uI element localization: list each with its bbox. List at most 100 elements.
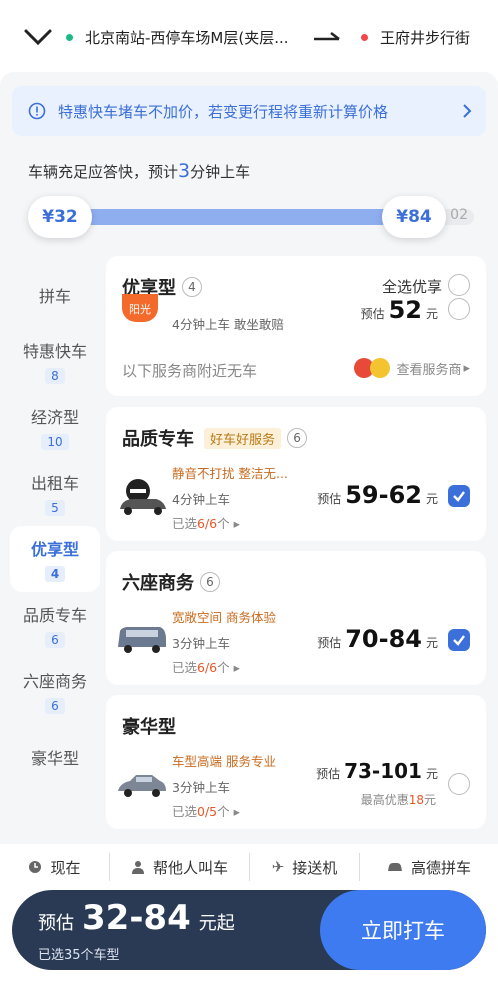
- provider-checkbox[interactable]: [448, 298, 470, 320]
- option-label: 高德拼车: [410, 858, 471, 877]
- count-circle: 6: [200, 572, 220, 592]
- price-value: 59-62: [345, 481, 422, 509]
- eta-minutes: 3: [178, 160, 191, 182]
- price-estimate: 预估 59-62 元: [317, 481, 438, 509]
- sidebar-item-taxi[interactable]: 出租车 5: [10, 460, 100, 526]
- price-prefix: 预估: [317, 492, 342, 506]
- slider-fill: [58, 209, 428, 225]
- price-estimate: 预估 73-101 元: [316, 759, 438, 783]
- option-now[interactable]: 现在: [0, 853, 110, 881]
- order-bar: 预估 32-84 元起 已选35个车型 立即打车: [12, 890, 486, 970]
- sidebar-item-label: 出租车: [30, 474, 79, 493]
- option-label: 现在: [50, 858, 81, 877]
- haohua-checkbox[interactable]: [448, 773, 470, 795]
- card-title-text: 品质专车: [122, 429, 194, 450]
- count-circle: 6: [287, 428, 308, 448]
- origin-text[interactable]: 北京南站-西停车场M层(夹层...: [85, 27, 307, 48]
- pickup-time: 3分钟上车: [172, 636, 230, 651]
- view-providers-link[interactable]: 查看服务商 ▸: [354, 358, 470, 378]
- info-icon: [28, 102, 46, 120]
- price-value: 70-84: [345, 625, 422, 653]
- sidebar-item-haohua[interactable]: 豪华型: [10, 724, 100, 790]
- sunshine-logo: 阳光: [122, 294, 158, 322]
- clock-icon: [29, 861, 42, 873]
- sidebar-item-label: 经济型: [30, 408, 79, 427]
- option-label: 帮他人叫车: [152, 858, 228, 877]
- selected-prefix: 已选: [172, 516, 198, 531]
- sidebar-item-youxiang[interactable]: 优享型 4: [10, 526, 100, 592]
- select-all-checkbox[interactable]: [448, 274, 470, 296]
- card-pinzhi[interactable]: 品质专车 好车好服务 6 静音不打扰 整洁无... 4分钟上车 已选6/6个 ▸ 预…: [106, 407, 486, 541]
- total-estimate: 预估 32-84 元起: [38, 898, 235, 938]
- select-all-label: 全选优享: [381, 278, 442, 296]
- selected-models-count: 已选35个车型: [38, 948, 120, 963]
- sidebar-item-pinche[interactable]: 拼车: [10, 262, 100, 328]
- card-haohua[interactable]: 豪华型 车型高端 服务专业 3分钟上车 已选0/5个 ▸ 预估 73-101 元 最…: [106, 695, 486, 829]
- luxury-car-icon: [118, 775, 166, 797]
- check-icon: [453, 491, 465, 502]
- sidebar-item-label: 品质专车: [22, 606, 87, 625]
- bottom-options-bar: 现在 帮他人叫车 ✈ 接送机 高德拼车: [0, 844, 498, 890]
- sidebar-item-label: 特惠快车: [22, 342, 87, 361]
- arrow-right-icon: [314, 32, 340, 41]
- sidebar-item-label: 优享型: [30, 540, 79, 559]
- discount-unit: 元: [423, 793, 436, 807]
- option-call-for-others[interactable]: 帮他人叫车: [110, 853, 250, 881]
- chevron-down-icon[interactable]: [22, 25, 54, 49]
- pinzhi-checkbox[interactable]: [448, 485, 470, 507]
- price-prefix: 预估: [316, 767, 341, 781]
- sidebar-item-pinzhi[interactable]: 品质专车 6: [10, 592, 100, 658]
- price-notice-banner[interactable]: 特惠快车堵车不加价，若变更行程将重新计算价格: [12, 86, 486, 136]
- price-estimate: 预估 70-84 元: [317, 625, 438, 653]
- estimate-price: 32-84: [82, 898, 191, 938]
- count-badge: 6: [45, 632, 65, 648]
- pickup-time: 3分钟上车: [172, 780, 230, 795]
- selected-count[interactable]: 已选6/6个 ▸: [172, 657, 240, 676]
- card-youxiang: 优享型 4 全选优享 阳光 4分钟上车 敢坐敢赔 预估 52 元 以下服务商附近无车 …: [106, 256, 486, 396]
- liuzuo-checkbox[interactable]: [448, 629, 470, 651]
- option-label: 接送机: [292, 858, 338, 877]
- selected-count[interactable]: 已选6/6个 ▸: [172, 513, 240, 532]
- selected-number: 6/6: [197, 516, 218, 531]
- estimate-suffix: 元起: [198, 913, 235, 934]
- eta-suffix: 分钟上车: [190, 163, 251, 181]
- price-prefix: 预估: [360, 307, 385, 321]
- card-title-text: 豪华型: [122, 717, 176, 738]
- option-carpool[interactable]: 高德拼车: [360, 853, 498, 881]
- sidebar-item-label: 拼车: [38, 287, 71, 306]
- chevron-right-icon: [463, 104, 472, 118]
- sidebar-item-liuzuo[interactable]: 六座商务 6: [10, 658, 100, 724]
- selected-suffix: 个: [217, 804, 230, 819]
- slider-max-knob[interactable]: ¥84: [382, 196, 446, 238]
- card-title: 品质专车 好车好服务 6: [122, 425, 308, 451]
- pickup-time: 4分钟上车 敢坐敢赔: [172, 317, 284, 332]
- route-header: 北京南站-西停车场M层(夹层... 王府井步行街: [0, 0, 498, 74]
- triangle-right-icon: ▸: [463, 360, 470, 376]
- selected-count[interactable]: 已选0/5个 ▸: [172, 801, 240, 820]
- selected-number: 0/5: [197, 804, 218, 819]
- mpv-car-icon: [118, 627, 166, 653]
- card-liuzuo[interactable]: 六座商务 6 宽敞空间 商务体验 3分钟上车 已选6/6个 ▸ 预估 70-84 元: [106, 551, 486, 685]
- person-icon: [131, 861, 144, 874]
- sidebar-item-jingji[interactable]: 经济型 10: [10, 394, 100, 460]
- destination-text[interactable]: 王府井步行街: [380, 27, 470, 48]
- call-car-button[interactable]: 立即打车: [320, 890, 486, 970]
- price-range-slider[interactable]: 02 ¥32 ¥84: [28, 196, 474, 238]
- notice-text: 特惠快车堵车不加价，若变更行程将重新计算价格: [58, 102, 389, 121]
- feature-text: 车型高端 服务专业: [172, 754, 276, 769]
- count-badge: 5: [45, 500, 65, 516]
- price-estimate: 预估 52 元: [361, 296, 438, 324]
- category-sidebar: 拼车 特惠快车 8 经济型 10 出租车 5 优享型 4 品质专车 6 六座商务 6 豪华型: [10, 262, 100, 790]
- price-unit: 元: [425, 767, 438, 781]
- sidebar-item-label: 六座商务: [22, 672, 87, 691]
- plane-icon: ✈: [271, 858, 285, 876]
- option-airport[interactable]: ✈ 接送机: [250, 853, 360, 881]
- sidebar-item-tehui[interactable]: 特惠快车 8: [10, 328, 100, 394]
- price-unit: 元: [425, 492, 438, 506]
- price-value: 73-101: [344, 759, 422, 783]
- slider-min-knob[interactable]: ¥32: [28, 196, 92, 238]
- price-prefix: 预估: [317, 636, 342, 650]
- discount-text: 最高优惠18元: [361, 791, 436, 808]
- origin-dot: [66, 33, 73, 41]
- selected-prefix: 已选: [172, 804, 198, 819]
